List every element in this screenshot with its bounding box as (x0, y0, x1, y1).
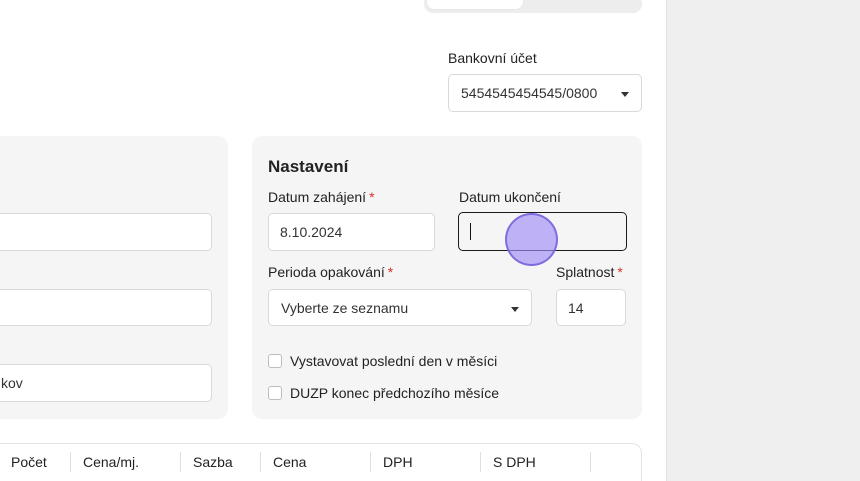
left-field-2[interactable] (0, 289, 212, 326)
end-date-label: Datum ukončení (459, 189, 561, 205)
column-header-with-vat[interactable]: S DPH (493, 454, 536, 470)
required-mark: * (369, 189, 375, 205)
column-header-price[interactable]: Cena (273, 454, 306, 470)
duzp-label: DUZP konec předchozího měsíce (290, 385, 500, 401)
last-day-checkbox[interactable] (268, 354, 282, 368)
required-mark: * (387, 264, 394, 280)
due-value: 14 (568, 299, 584, 316)
chevron-down-icon (511, 306, 519, 312)
start-date-label: Datum zahájení * (268, 189, 375, 205)
column-divider (70, 452, 71, 472)
bank-account-select[interactable]: 5454545454545/0800 (448, 74, 642, 112)
due-label: Splatnost * (556, 264, 623, 280)
start-date-label-text: Datum zahájení (268, 189, 367, 205)
period-label: Perioda opakování * (268, 264, 393, 280)
period-label-text: Perioda opakování (268, 264, 385, 280)
due-label-text: Splatnost (556, 264, 615, 280)
start-date-input[interactable]: 8.10.2024 (268, 213, 435, 251)
column-divider (480, 452, 481, 472)
view-toggle-active-segment[interactable] (427, 0, 523, 9)
column-header-count[interactable]: Počet (11, 454, 47, 470)
column-divider (260, 452, 261, 472)
column-divider (590, 452, 591, 472)
last-day-option[interactable]: Vystavovat poslední den v měsíci (268, 353, 497, 369)
start-date-value: 8.10.2024 (280, 224, 343, 240)
required-mark: * (617, 264, 623, 280)
touch-indicator (505, 213, 558, 266)
right-rail (666, 0, 860, 481)
period-value: Vyberte ze seznamu (281, 299, 409, 316)
text-cursor (470, 223, 471, 240)
column-header-unit-price[interactable]: Cena/mj. (83, 454, 139, 470)
duzp-checkbox[interactable] (268, 386, 282, 400)
column-divider (370, 452, 371, 472)
column-header-vat[interactable]: DPH (383, 454, 413, 470)
left-field-3-value: kov (1, 375, 23, 391)
settings-title: Nastavení (268, 157, 349, 176)
left-field-3[interactable]: kov (0, 364, 212, 402)
column-header-rate[interactable]: Sazba (193, 454, 233, 470)
column-divider (180, 452, 181, 472)
period-select[interactable]: Vyberte ze seznamu (268, 289, 532, 326)
view-toggle[interactable] (424, 0, 642, 13)
due-input[interactable]: 14 (556, 289, 626, 326)
chevron-down-icon (621, 92, 629, 97)
bank-account-value: 5454545454545/0800 (461, 85, 598, 101)
left-field-1[interactable]: . (0, 213, 212, 251)
duzp-option[interactable]: DUZP konec předchozího měsíce (268, 385, 499, 401)
last-day-label: Vystavovat poslední den v měsíci (290, 353, 498, 369)
bank-account-label: Bankovní účet (448, 50, 537, 66)
